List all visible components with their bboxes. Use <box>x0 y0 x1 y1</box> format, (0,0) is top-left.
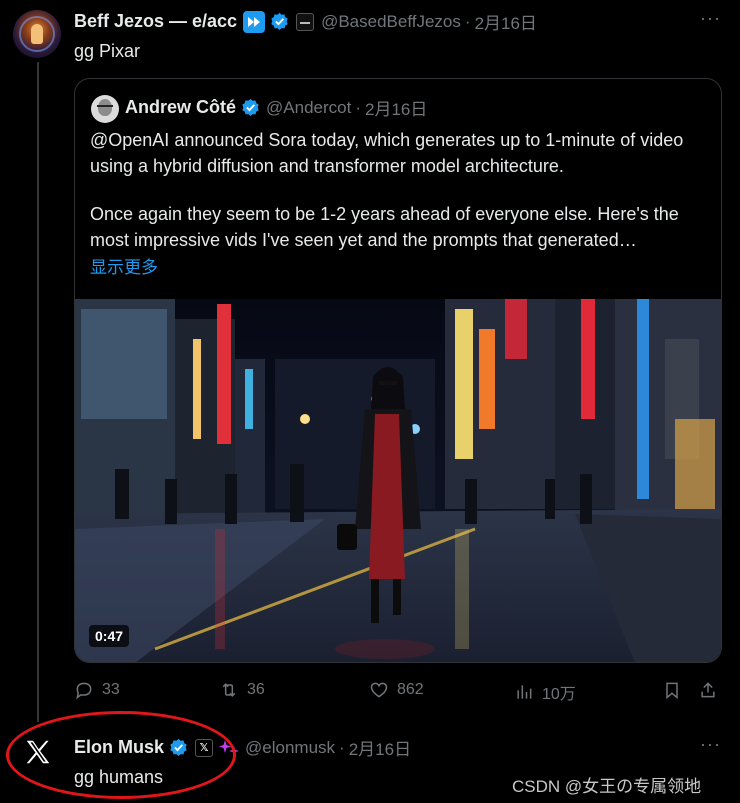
video-player[interactable]: 0:47 <box>75 299 721 662</box>
show-more-link[interactable]: 显示更多 <box>90 253 158 278</box>
avatar-figure <box>31 24 43 44</box>
quote-author-name: Andrew Côté <box>125 97 237 117</box>
quote-paragraph-1: @OpenAI announced Sora today, which gene… <box>90 130 684 176</box>
tweet1-header: Beff Jezos — e/acc @BasedBeffJezos · 2月1… <box>74 9 537 34</box>
separator-dot: · <box>464 11 471 31</box>
reply-count: 33 <box>102 681 120 698</box>
quote-header: Andrew Côté @Andercot · 2月16日 <box>125 95 427 120</box>
reply-icon <box>76 682 92 700</box>
share-button[interactable] <box>698 680 726 700</box>
video-duration-badge: 0:47 <box>89 625 130 647</box>
bookmark-button[interactable] <box>662 680 690 700</box>
tweet1-text: gg Pixar <box>74 41 141 61</box>
tweet1-date[interactable]: 2月16日 <box>475 9 537 34</box>
avatar-andrew-cote <box>91 95 119 123</box>
avatar-glasses <box>97 105 113 109</box>
csdn-watermark: CSDN @女王の专属领地 <box>512 777 702 796</box>
thread-connector-line <box>37 62 39 722</box>
quote-date: 2月16日 <box>365 100 428 119</box>
tweet2-date[interactable]: 2月16日 <box>349 735 411 760</box>
tweet2-more-options-icon[interactable]: ··· <box>700 734 721 755</box>
like-button[interactable]: 862 <box>369 680 424 700</box>
tweet1-author-name[interactable]: Beff Jezos — e/acc <box>74 11 237 32</box>
verified-badge-icon <box>242 98 259 116</box>
quote-body: @OpenAI announced Sora today, which gene… <box>90 127 710 253</box>
heart-icon <box>370 682 388 698</box>
bookmark-icon <box>666 682 678 700</box>
tweet1-action-bar: 33 36 862 10万 <box>74 680 724 704</box>
verified-badge-icon <box>271 12 288 30</box>
reply-button[interactable]: 33 <box>74 680 120 700</box>
affiliate-badge-icon <box>296 12 315 31</box>
quote-paragraph-2: Once again they seem to be 1-2 years ahe… <box>90 204 679 250</box>
fast-forward-icon <box>243 10 266 33</box>
separator-dot: · <box>355 97 361 117</box>
separator-dot: · <box>339 737 345 757</box>
quote-handle: @Andercot <box>266 97 352 117</box>
views-button[interactable]: 10万 <box>514 680 576 704</box>
retweet-icon <box>222 683 236 697</box>
retweet-button[interactable]: 36 <box>219 680 265 700</box>
like-count: 862 <box>397 681 424 698</box>
tweet2-handle[interactable]: @elonmusk <box>245 738 335 758</box>
video-thumbnail-scene <box>75 299 721 662</box>
views-chart-icon <box>517 685 532 699</box>
tweet1-handle[interactable]: @BasedBeffJezos <box>321 12 461 32</box>
quoted-tweet-card[interactable]: Andrew Côté @Andercot · 2月16日 @OpenAI an… <box>74 78 722 663</box>
red-highlight-circle <box>6 711 236 799</box>
retweet-count: 36 <box>247 681 265 698</box>
avatar-beff-jezos[interactable] <box>13 10 61 58</box>
views-count: 10万 <box>542 686 576 703</box>
tweet1-more-options-icon[interactable]: ··· <box>700 8 721 29</box>
share-icon <box>701 682 715 698</box>
